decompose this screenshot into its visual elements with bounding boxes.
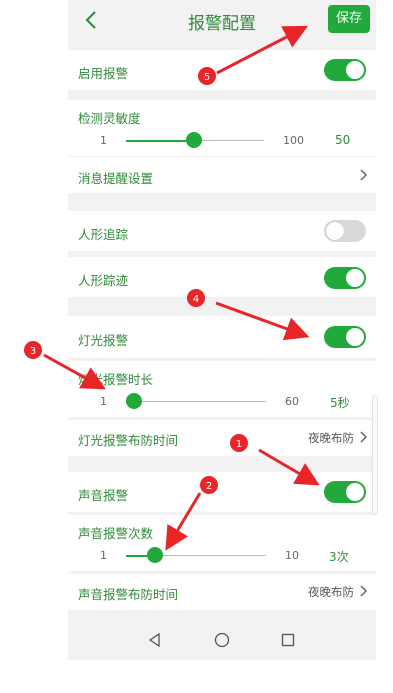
sound-alarm-label: 声音报警 [78, 488, 129, 503]
human-trace-toggle[interactable] [324, 267, 366, 289]
light-duration-max: 60 [285, 395, 299, 408]
human-trace-row: 人形踪迹 [68, 257, 376, 297]
enable-alarm-toggle[interactable] [324, 59, 366, 81]
nav-back-icon[interactable] [148, 633, 162, 647]
system-nav-bar [68, 620, 376, 660]
light-alarm-row: 灯光报警 [68, 316, 376, 358]
chevron-right-icon [360, 585, 368, 597]
annotation-badge-3 [24, 341, 42, 359]
light-duration-track[interactable] [126, 401, 266, 402]
nav-home-icon[interactable] [214, 632, 230, 648]
toggle-knob [346, 483, 364, 501]
annotation-label-3: 3 [30, 346, 36, 357]
scrollbar[interactable] [372, 395, 378, 515]
sensitivity-fill [126, 140, 194, 142]
sound-count-row: 声音报警次数 1 10 3次 [68, 515, 376, 571]
light-duration-min: 1 [100, 395, 107, 408]
human-tracking-row: 人形追踪 [68, 211, 376, 251]
toggle-knob [346, 61, 364, 79]
save-button[interactable]: 保存 [328, 5, 370, 33]
light-duration-value: 5秒 [330, 396, 350, 410]
sensitivity-value: 50 [335, 133, 351, 147]
app-header: 报警配置 保存 [68, 0, 376, 40]
toggle-knob [326, 222, 344, 240]
enable-alarm-label: 启用报警 [78, 66, 129, 81]
phone-screen: 报警配置 保存 启用报警 检测灵敏度 1 100 50 消息提醒设置 人形追踪 … [68, 0, 376, 660]
sound-schedule-value: 夜晚布防 [308, 585, 354, 599]
sound-count-min: 1 [100, 549, 107, 562]
toggle-knob [346, 269, 364, 287]
human-trace-label: 人形踪迹 [78, 273, 129, 288]
light-alarm-label: 灯光报警 [78, 333, 129, 348]
sensitivity-label: 检测灵敏度 [78, 111, 141, 126]
chevron-right-icon [360, 431, 368, 443]
sensitivity-row: 检测灵敏度 1 100 50 [68, 100, 376, 156]
sound-schedule-row[interactable]: 声音报警布防时间 夜晚布防 [68, 574, 376, 610]
light-duration-thumb[interactable] [126, 393, 142, 409]
toggle-knob [346, 328, 364, 346]
sensitivity-min: 1 [100, 134, 107, 147]
light-schedule-label: 灯光报警布防时间 [78, 433, 179, 448]
sensitivity-max: 100 [283, 134, 304, 147]
nav-recents-icon[interactable] [281, 633, 295, 647]
message-settings-label: 消息提醒设置 [78, 171, 154, 186]
light-schedule-value: 夜晚布防 [308, 431, 354, 445]
sound-schedule-label: 声音报警布防时间 [78, 587, 179, 602]
sound-count-label: 声音报警次数 [78, 526, 154, 541]
sound-count-value: 3次 [329, 550, 349, 564]
enable-alarm-row: 启用报警 [68, 50, 376, 90]
sound-alarm-toggle[interactable] [324, 481, 366, 503]
light-alarm-toggle[interactable] [324, 326, 366, 348]
sound-count-thumb[interactable] [147, 547, 163, 563]
light-duration-row: 灯光报警时长 1 60 5秒 [68, 361, 376, 417]
human-tracking-toggle[interactable] [324, 220, 366, 242]
chevron-right-icon [360, 169, 368, 181]
message-settings-row[interactable]: 消息提醒设置 [68, 157, 376, 193]
sound-count-max: 10 [285, 549, 299, 562]
light-schedule-row[interactable]: 灯光报警布防时间 夜晚布防 [68, 420, 376, 456]
light-duration-label: 灯光报警时长 [78, 372, 154, 387]
sensitivity-thumb[interactable] [186, 132, 202, 148]
human-tracking-label: 人形追踪 [78, 227, 129, 242]
sound-alarm-row: 声音报警 [68, 472, 376, 512]
